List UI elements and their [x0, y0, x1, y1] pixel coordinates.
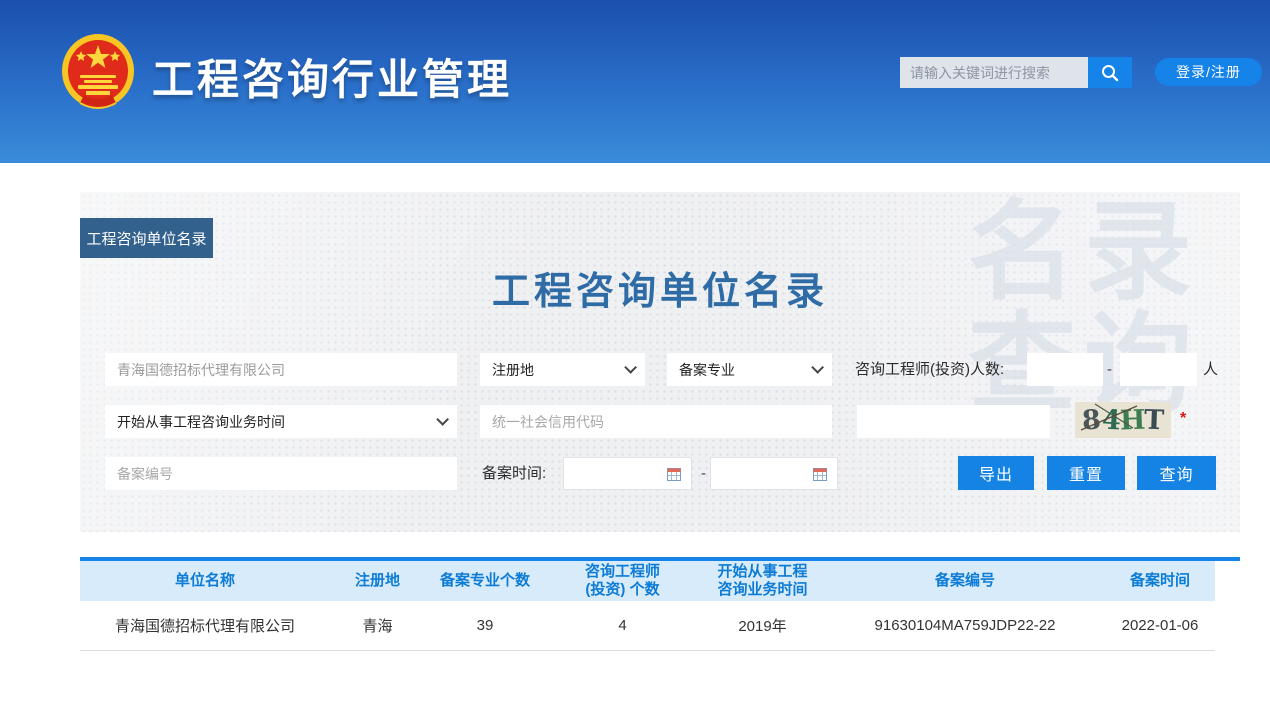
record-time-end-datepicker[interactable] — [710, 457, 838, 490]
calendar-icon — [667, 467, 681, 481]
company-name-input[interactable] — [105, 353, 457, 386]
record-specialty-value: 备案专业 — [679, 360, 735, 380]
tab-consulting-unit-directory[interactable]: 工程咨询单位名录 — [80, 218, 213, 258]
captcha-image[interactable]: 8 4 H T — [1075, 402, 1171, 438]
start-business-time-select[interactable]: 开始从事工程咨询业务时间 — [105, 405, 457, 438]
registration-place-select[interactable]: 注册地 — [480, 353, 645, 386]
chevron-down-icon — [436, 413, 449, 426]
record-time-label: 备案时间: — [482, 457, 546, 490]
query-button[interactable]: 查询 — [1137, 456, 1216, 490]
chevron-down-icon — [811, 361, 824, 374]
captcha-noise-lines — [1075, 402, 1171, 438]
col-header-record-no: 备案编号 — [825, 572, 1105, 590]
directory-panel: 名录 查询 工程咨询单位名录 工程咨询单位名录 注册地 备案专业 咨询工程师(投… — [80, 192, 1240, 532]
cell-specialty-count: 39 — [425, 617, 545, 634]
table-header-row: 单位名称 注册地 备案专业个数 咨询工程师 (投资) 个数 开始从事工程 咨询业… — [80, 561, 1215, 601]
cell-engineer-count: 4 — [545, 617, 700, 634]
date-range-dash: - — [701, 457, 706, 490]
search-input[interactable] — [900, 57, 1088, 88]
person-unit-label: 人 — [1203, 353, 1218, 386]
engineer-count-label: 咨询工程师(投资)人数: — [855, 353, 1004, 386]
header-search — [900, 57, 1132, 88]
record-specialty-select[interactable]: 备案专业 — [667, 353, 832, 386]
calendar-icon — [813, 467, 827, 481]
engineer-count-max-input[interactable] — [1120, 353, 1197, 386]
record-time-start-datepicker[interactable] — [563, 457, 692, 490]
cell-unit-name: 青海国德招标代理有限公司 — [80, 615, 330, 636]
col-header-engineer-count: 咨询工程师 (投资) 个数 — [545, 563, 700, 599]
col-header-reg-place: 注册地 — [330, 572, 425, 590]
national-emblem-logo — [60, 33, 136, 113]
table-row: 青海国德招标代理有限公司 青海 39 4 2019年 91630104MA759… — [80, 601, 1215, 651]
site-title: 工程咨询行业管理 — [152, 46, 512, 107]
start-business-time-value: 开始从事工程咨询业务时间 — [117, 412, 285, 432]
record-number-input[interactable] — [105, 457, 457, 490]
search-button[interactable] — [1088, 57, 1132, 88]
site-header: 工程咨询行业管理 登录/注册 — [0, 0, 1270, 163]
cell-record-no: 91630104MA759JDP22-22 — [825, 617, 1105, 634]
range-dash: - — [1107, 353, 1112, 386]
magnifier-icon — [1100, 63, 1120, 83]
col-header-unit-name: 单位名称 — [80, 572, 330, 590]
credit-code-input[interactable] — [480, 405, 832, 438]
login-register-button[interactable]: 登录/注册 — [1155, 58, 1262, 86]
page-title: 工程咨询单位名录 — [80, 260, 1240, 315]
chevron-down-icon — [624, 361, 637, 374]
results-table: 单位名称 注册地 备案专业个数 咨询工程师 (投资) 个数 开始从事工程 咨询业… — [80, 557, 1240, 651]
col-header-start-time: 开始从事工程 咨询业务时间 — [700, 563, 825, 599]
col-header-specialty-count: 备案专业个数 — [425, 572, 545, 590]
reset-button[interactable]: 重置 — [1047, 456, 1125, 490]
cell-reg-place: 青海 — [330, 615, 425, 636]
engineer-count-min-input[interactable] — [1027, 353, 1103, 386]
registration-place-value: 注册地 — [492, 360, 534, 380]
required-asterisk: * — [1180, 410, 1186, 428]
cell-start-time: 2019年 — [700, 615, 825, 636]
export-button[interactable]: 导出 — [958, 456, 1034, 490]
cell-record-time: 2022-01-06 — [1105, 617, 1215, 634]
captcha-input[interactable] — [857, 405, 1050, 438]
col-header-record-time: 备案时间 — [1105, 572, 1215, 590]
